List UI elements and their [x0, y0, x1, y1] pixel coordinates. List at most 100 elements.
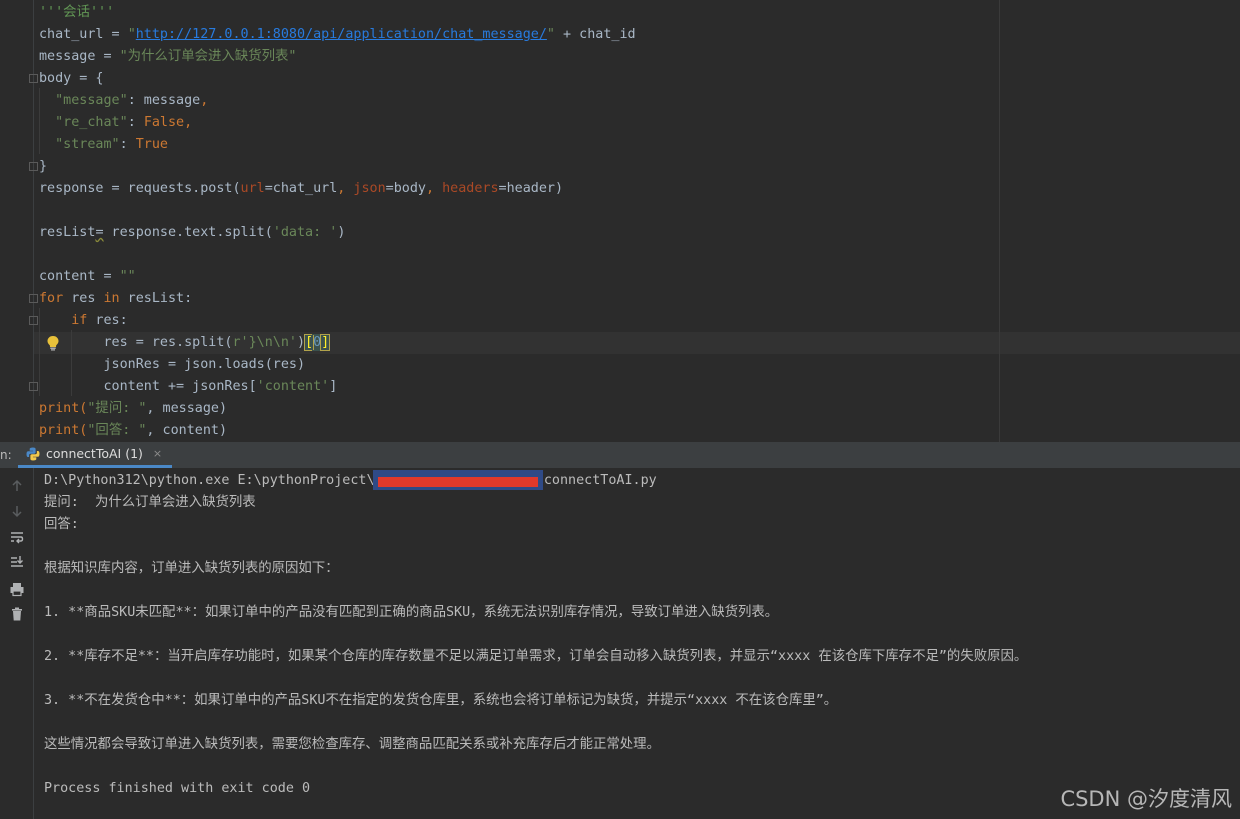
trash-icon[interactable] [9, 606, 25, 622]
code-token: "stream" [55, 137, 120, 152]
code-token: response.text.split( [103, 225, 273, 240]
print-icon[interactable] [9, 581, 25, 597]
fold-marker[interactable] [29, 316, 38, 325]
code-token: , [184, 115, 193, 130]
code-token: "为什么订单会进入缺货列表" [119, 49, 297, 64]
close-icon[interactable]: × [153, 447, 162, 460]
code-token: content += jsonRes[ [39, 379, 257, 394]
code-token: print( [39, 423, 88, 438]
code-token: + chat_id [554, 27, 636, 42]
console-line: 3. **不在发货仓中**：如果订单中的产品SKU不在指定的发货仓库里，系统也会… [44, 693, 838, 708]
code-token: , message) [146, 401, 228, 416]
python-icon [26, 447, 40, 460]
console-line: D:\Python312\python.exe E:\pythonProject… [44, 473, 657, 488]
code-token: "提问: " [87, 401, 147, 416]
code-line[interactable]: print("提问: ", message) [39, 398, 227, 420]
code-token: "re_chat" [55, 115, 128, 130]
code-token: http://127.0.0.1:8080/api/application/ch… [135, 27, 547, 42]
code-token: : message [127, 93, 201, 108]
code-token: ) [337, 225, 346, 240]
fold-marker[interactable] [29, 162, 38, 171]
tab-connect-to-ai[interactable]: connectToAI (1) × [18, 442, 173, 468]
code-token: " [546, 27, 555, 42]
code-token: in [103, 291, 120, 306]
code-token: print( [39, 401, 88, 416]
console-line: 提问: 为什么订单会进入缺货列表 [44, 495, 256, 510]
code-line[interactable]: "message": message, [39, 90, 208, 112]
code-token: res [63, 291, 104, 306]
code-line[interactable]: jsonRes = json.loads(res) [39, 354, 305, 376]
arrow-up-icon[interactable] [9, 478, 25, 494]
code-token: " [127, 27, 136, 42]
code-line[interactable]: content += jsonRes['content'] [39, 376, 337, 398]
code-token: jsonRes = json.loads(res) [39, 357, 306, 372]
code-token: : [127, 115, 144, 130]
code-line[interactable]: body = { [39, 68, 104, 90]
code-token: 'data: ' [272, 225, 338, 240]
code-line[interactable]: response = requests.post(url=chat_url, j… [39, 178, 563, 200]
code-token: =chat_url [264, 181, 338, 196]
code-token: ) [296, 335, 306, 350]
code-token: json [353, 181, 386, 196]
code-token: [ [304, 334, 315, 351]
run-panel-label: n: [0, 448, 12, 462]
code-token: 0 [312, 334, 323, 351]
code-line[interactable]: content = "" [39, 266, 136, 288]
code-line[interactable]: "stream": True [39, 134, 168, 156]
code-token: headers [442, 181, 499, 196]
code-token: content = [39, 269, 120, 284]
code-editor[interactable]: '''会话''' chat_url = "http://127.0.0.1:808… [0, 0, 1240, 442]
run-tool-window-header: n: connectToAI (1) × [0, 442, 1240, 469]
code-line[interactable]: "re_chat": False, [39, 112, 192, 134]
code-line[interactable]: print("回答: ", content) [39, 420, 227, 442]
code-token: ] [320, 334, 331, 351]
editor-gutter [0, 0, 34, 442]
code-token: '''会话''' [39, 5, 115, 20]
code-token: : [119, 137, 136, 152]
code-token: ] [329, 379, 338, 394]
code-token: } [39, 159, 48, 174]
code-token: for [39, 291, 64, 306]
code-line[interactable]: res = res.split(r'}\n\n')[0] [39, 332, 331, 354]
tab-label: connectToAI (1) [46, 446, 143, 461]
code-token: True [135, 137, 168, 152]
arrow-down-icon[interactable] [9, 503, 25, 519]
code-token: , [425, 181, 443, 196]
code-token: = [95, 225, 104, 240]
code-line[interactable]: message = "为什么订单会进入缺货列表" [39, 46, 296, 68]
code-line[interactable]: '''会话''' [39, 2, 114, 24]
code-token: res = res.split( [39, 335, 233, 350]
code-line[interactable]: } [39, 156, 47, 178]
code-token: message = [39, 49, 120, 64]
fold-marker[interactable] [29, 294, 38, 303]
code-token: url [240, 181, 265, 196]
code-token: , content) [146, 423, 228, 438]
code-token: "" [119, 269, 136, 284]
soft-wrap-icon[interactable] [9, 529, 25, 545]
code-token: =header) [498, 181, 564, 196]
console-line: 2. **库存不足**：当开启库存功能时，如果某个仓库的库存数量不足以满足订单需… [44, 649, 1028, 664]
code-line[interactable]: chat_url = "http://127.0.0.1:8080/api/ap… [39, 24, 636, 46]
console-line: 根据知识库内容，订单进入缺货列表的原因如下： [44, 561, 339, 576]
fold-marker[interactable] [29, 74, 38, 83]
console-line: Process finished with exit code 0 [44, 781, 311, 796]
code-token: resList [39, 225, 96, 240]
code-token: False [143, 115, 185, 130]
code-line[interactable]: for res in resList: [39, 288, 192, 310]
code-token: body = { [39, 71, 104, 86]
lightbulb-icon[interactable] [46, 335, 60, 351]
code-line[interactable]: resList= response.text.split('data: ') [39, 222, 345, 244]
code-token: resList: [119, 291, 193, 306]
code-token: , [200, 93, 209, 108]
code-line[interactable]: if res: [39, 310, 127, 332]
code-token: , [337, 181, 354, 196]
code-token: "回答: " [87, 423, 147, 438]
fold-marker[interactable] [29, 382, 38, 391]
console-line: 这些情况都会导致订单进入缺货列表，需要您检查库存、调整商品匹配关系或补充库存后才… [44, 737, 660, 752]
scroll-to-end-icon[interactable] [9, 554, 25, 570]
console-output[interactable]: D:\Python312\python.exe E:\pythonProject… [34, 468, 1240, 819]
console-line: 回答: [44, 517, 79, 532]
